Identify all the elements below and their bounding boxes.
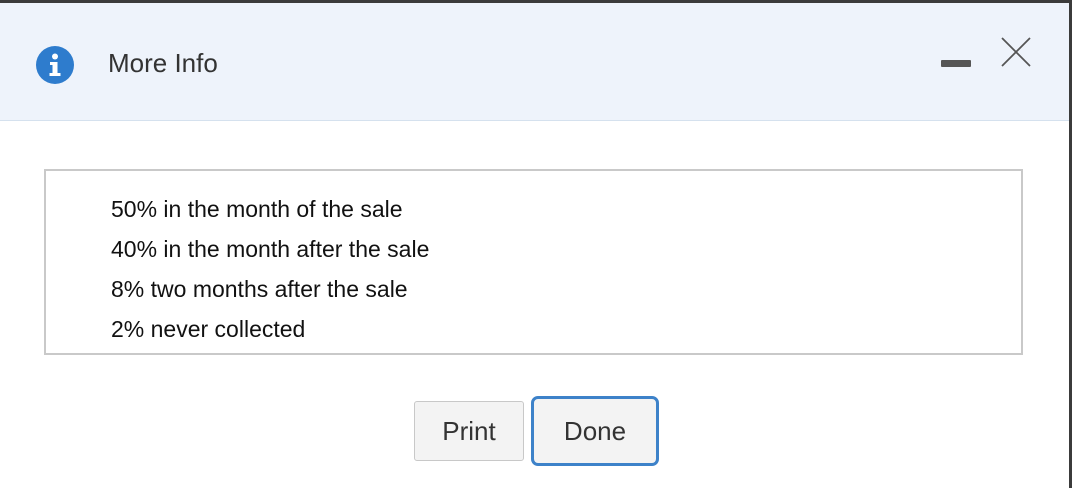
- minimize-icon: [941, 60, 971, 67]
- minimize-button[interactable]: [941, 53, 973, 73]
- dialog-header: More Info: [0, 3, 1069, 121]
- info-content-box: 50% in the month of the sale 40% in the …: [44, 169, 1023, 355]
- list-item: 50% in the month of the sale: [111, 196, 403, 222]
- done-button[interactable]: Done: [531, 396, 659, 466]
- collection-schedule-list: 50% in the month of the sale 40% in the …: [111, 189, 429, 349]
- info-icon: [36, 46, 74, 84]
- dialog-title: More Info: [108, 48, 218, 78]
- list-item: 8% two months after the sale: [111, 276, 408, 302]
- list-item: 2% never collected: [111, 316, 306, 342]
- list-item: 40% in the month after the sale: [111, 236, 430, 262]
- more-info-dialog: More Info 50% in the month of the sale 4…: [0, 0, 1072, 488]
- close-icon: [1001, 37, 1031, 67]
- print-button[interactable]: Print: [414, 401, 524, 461]
- close-button[interactable]: [1000, 36, 1032, 68]
